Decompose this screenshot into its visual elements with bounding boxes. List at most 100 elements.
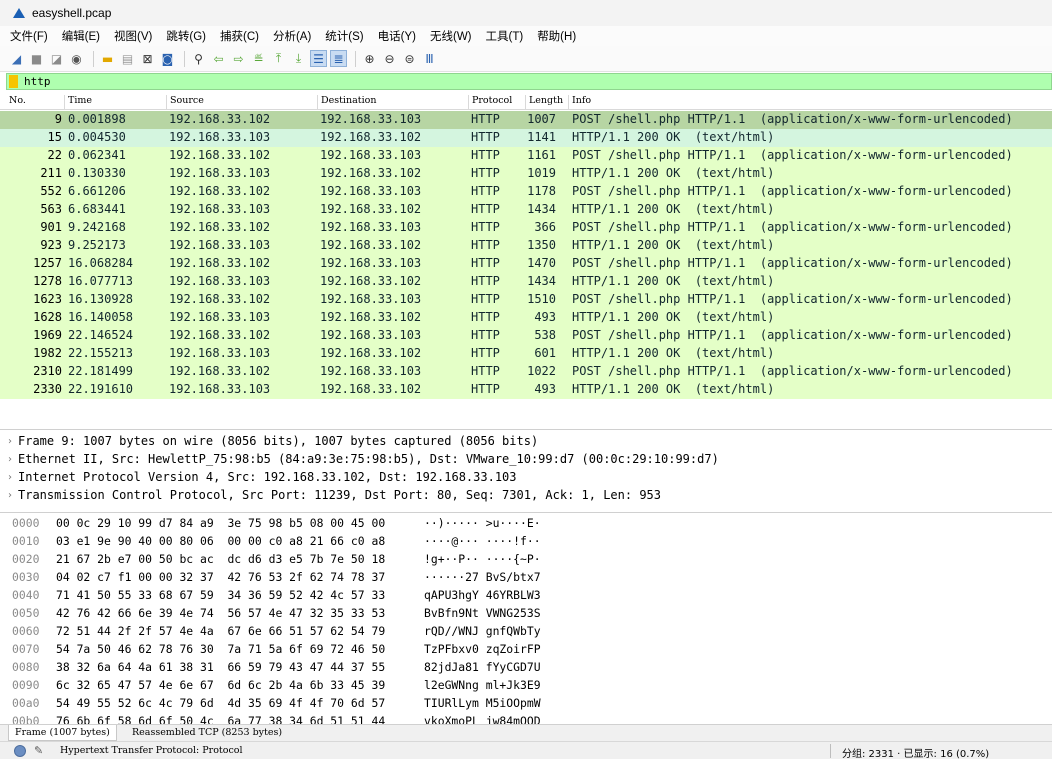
packet-time-cell: 22.146524 <box>68 328 134 342</box>
column-header-destination[interactable]: Destination <box>317 95 376 109</box>
menu-item[interactable]: 分析(A) <box>273 28 311 44</box>
zoom-normal-icon[interactable]: ⊜ <box>401 50 418 67</box>
capture-options-icon[interactable]: ◉ <box>68 50 85 67</box>
zoom-out-icon[interactable]: ⊖ <box>381 50 398 67</box>
packet-row[interactable]: 2310 22.181499 192.168.33.102 192.168.33.10… <box>0 363 1052 381</box>
main-toolbar: ◢ ■ ◪ ◉ ▬ ▤ ⊠ ◙ ⚲ ⇦ ⇨ ≝ ⤒ ⤓ ☰ ≣ ⊕ ⊖ ⊜ Ⅲ <box>0 46 1052 72</box>
packet-info-cell: POST /shell.php HTTP/1.1 (application/x-… <box>572 148 1013 162</box>
detail-tree-item[interactable]: › Ethernet II, Src: HewlettP_75:98:b5 (84… <box>8 450 719 468</box>
packet-row[interactable]: 1628 16.140058 192.168.33.103 192.168.33.10… <box>0 309 1052 327</box>
byte-hex: 38 32 6a 64 4a 61 38 31 66 59 79 43 47 4… <box>56 660 386 674</box>
packet-dst-cell: 192.168.33.102 <box>320 382 422 396</box>
packet-time-cell: 0.130330 <box>68 166 126 180</box>
packet-len-cell: 601 <box>534 346 556 360</box>
chevron-right-icon[interactable]: › <box>8 454 12 465</box>
column-header-protocol[interactable]: Protocol <box>468 95 512 109</box>
packet-src-cell: 192.168.33.103 <box>169 238 271 252</box>
edit-comment-icon[interactable]: ✎ <box>34 744 43 757</box>
menu-item[interactable]: 帮助(H) <box>537 28 576 44</box>
detail-tree-item[interactable]: › Frame 9: 1007 bytes on wire (8056 bits)… <box>8 432 538 450</box>
packet-row[interactable]: 22 0.062341 192.168.33.102 192.168.33.103 HT… <box>0 147 1052 165</box>
auto-scroll-icon[interactable]: ☰ <box>310 50 327 67</box>
menu-item[interactable]: 文件(F) <box>10 28 48 44</box>
packet-dst-cell: 192.168.33.102 <box>320 130 422 144</box>
zoom-in-icon[interactable]: ⊕ <box>361 50 378 67</box>
packet-len-cell: 1007 <box>527 112 556 126</box>
reload-file-icon[interactable]: ◙ <box>159 50 176 67</box>
packet-info-cell: HTTP/1.1 200 OK (text/html) <box>572 382 775 396</box>
go-to-packet-icon[interactable]: ≝ <box>250 50 267 67</box>
chevron-right-icon[interactable]: › <box>8 490 12 501</box>
chevron-right-icon[interactable]: › <box>8 436 12 447</box>
menu-item[interactable]: 跳转(G) <box>166 28 206 44</box>
detail-tree-item[interactable]: › Transmission Control Protocol, Src Port… <box>8 486 661 504</box>
column-header-time[interactable]: Time <box>64 95 92 109</box>
chevron-right-icon[interactable]: › <box>8 472 12 483</box>
filter-bookmark-icon[interactable] <box>9 75 18 88</box>
packet-row[interactable]: 1969 22.146524 192.168.33.102 192.168.33.10… <box>0 327 1052 345</box>
menu-item[interactable]: 无线(W) <box>430 28 472 44</box>
shark-fin-start-icon[interactable]: ◢ <box>8 50 25 67</box>
byte-ascii: qAPU3hgY 46YRBLW3 <box>424 588 541 602</box>
packet-row[interactable]: 923 9.252173 192.168.33.103 192.168.33.102 H… <box>0 237 1052 255</box>
packet-time-cell: 0.001898 <box>68 112 126 126</box>
packet-info-cell: POST /shell.php HTTP/1.1 (application/x-… <box>572 256 1013 270</box>
restart-capture-icon[interactable]: ◪ <box>48 50 65 67</box>
packet-row[interactable]: 211 0.130330 192.168.33.103 192.168.33.102 H… <box>0 165 1052 183</box>
packet-row[interactable]: 563 6.683441 192.168.33.103 192.168.33.102 H… <box>0 201 1052 219</box>
menu-item[interactable]: 统计(S) <box>325 28 363 44</box>
packet-row[interactable]: 9 0.001898 192.168.33.102 192.168.33.103 HTT… <box>0 111 1052 129</box>
packet-row[interactable]: 1982 22.155213 192.168.33.103 192.168.33.10… <box>0 345 1052 363</box>
close-file-icon[interactable]: ⊠ <box>139 50 156 67</box>
packet-time-cell: 16.068284 <box>68 256 134 270</box>
packet-src-cell: 192.168.33.102 <box>169 184 271 198</box>
save-file-icon[interactable]: ▤ <box>119 50 136 67</box>
status-field-info: Hypertext Transfer Protocol: Protocol <box>60 745 243 756</box>
packet-row[interactable]: 1257 16.068284 192.168.33.102 192.168.33.10… <box>0 255 1052 273</box>
menu-item[interactable]: 捕获(C) <box>220 28 259 44</box>
packet-no-cell: 22 <box>47 148 62 162</box>
byte-ascii: TIURlLym M5iOOpmW <box>424 696 541 710</box>
column-header-length[interactable]: Length <box>525 95 563 109</box>
tab-reassembled-tcp[interactable]: Reassembled TCP (8253 bytes) <box>126 725 288 741</box>
wireshark-logo-icon <box>13 8 25 18</box>
packet-row[interactable]: 15 0.004530 192.168.33.103 192.168.33.102 HT… <box>0 129 1052 147</box>
display-filter-input[interactable] <box>24 74 1024 89</box>
menu-item[interactable]: 工具(T) <box>486 28 524 44</box>
column-header-info[interactable]: Info <box>568 95 591 109</box>
tab-frame-bytes[interactable]: Frame (1007 bytes) <box>8 725 117 741</box>
menu-item[interactable]: 编辑(E) <box>62 28 100 44</box>
packet-len-cell: 538 <box>534 328 556 342</box>
byte-hex: 6c 32 65 47 57 4e 6e 67 6d 6c 2b 4a 6b 3… <box>56 678 386 692</box>
go-first-icon[interactable]: ⤒ <box>270 50 287 67</box>
byte-offset: 0000 <box>12 516 40 530</box>
expert-info-icon[interactable] <box>14 745 26 757</box>
packet-row[interactable]: 901 9.242168 192.168.33.102 192.168.33.103 H… <box>0 219 1052 237</box>
go-back-icon[interactable]: ⇦ <box>210 50 227 67</box>
column-header-source[interactable]: Source <box>166 95 204 109</box>
stop-capture-icon[interactable]: ■ <box>28 50 45 67</box>
window-title: easyshell.pcap <box>32 6 112 20</box>
menu-item[interactable]: 视图(V) <box>114 28 152 44</box>
resize-columns-icon[interactable]: Ⅲ <box>421 50 438 67</box>
packet-proto-cell: HTTP <box>471 256 500 270</box>
column-header-no[interactable]: No. <box>6 95 26 109</box>
packet-dst-cell: 192.168.33.103 <box>320 292 422 306</box>
go-forward-icon[interactable]: ⇨ <box>230 50 247 67</box>
open-file-icon[interactable]: ▬ <box>99 50 116 67</box>
packet-proto-cell: HTTP <box>471 238 500 252</box>
menu-item[interactable]: 电话(Y) <box>378 28 416 44</box>
detail-tree-item[interactable]: › Internet Protocol Version 4, Src: 192.1… <box>8 468 517 486</box>
packet-row[interactable]: 1278 16.077713 192.168.33.103 192.168.33.10… <box>0 273 1052 291</box>
colorize-icon[interactable]: ≣ <box>330 50 347 67</box>
detail-tree-label: Internet Protocol Version 4, Src: 192.16… <box>18 470 517 484</box>
packet-row[interactable]: 552 6.661206 192.168.33.102 192.168.33.103 H… <box>0 183 1052 201</box>
find-packet-icon[interactable]: ⚲ <box>190 50 207 67</box>
packet-info-cell: HTTP/1.1 200 OK (text/html) <box>572 310 775 324</box>
packet-row[interactable]: 2330 22.191610 192.168.33.103 192.168.33.10… <box>0 381 1052 399</box>
byte-offset: 0010 <box>12 534 40 548</box>
go-last-icon[interactable]: ⤓ <box>290 50 307 67</box>
packet-no-cell: 901 <box>40 220 62 234</box>
byte-offset: 0090 <box>12 678 40 692</box>
packet-row[interactable]: 1623 16.130928 192.168.33.102 192.168.33.10… <box>0 291 1052 309</box>
